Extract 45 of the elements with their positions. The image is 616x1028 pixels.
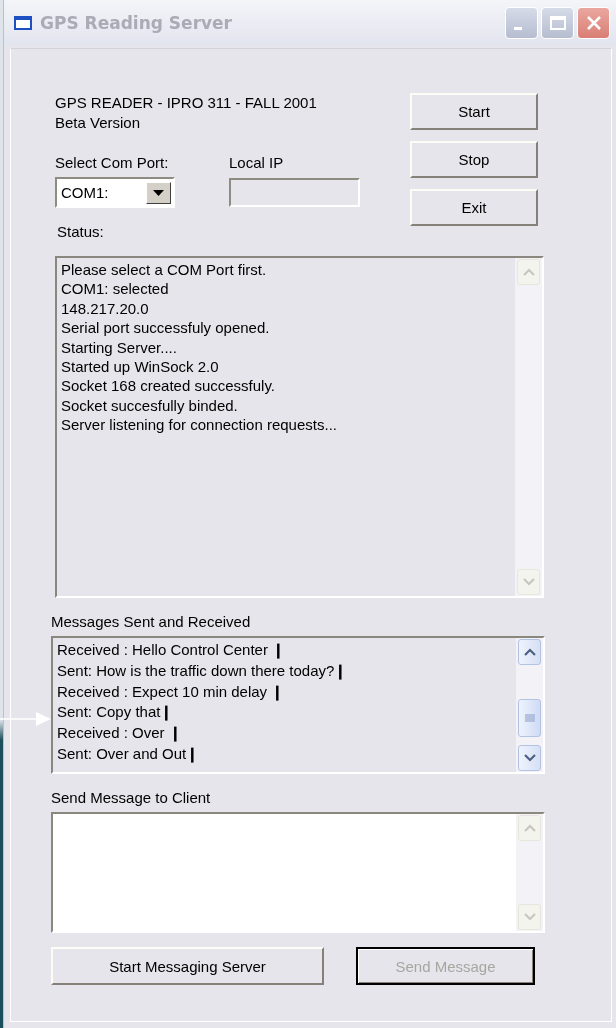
- com-port-dropdown[interactable]: COM1:: [55, 177, 175, 208]
- log-line: Sent: Over and Out❙: [57, 744, 201, 765]
- scrollbar[interactable]: [515, 258, 542, 596]
- log-line: 148.217.20.0: [61, 298, 150, 319]
- section-label: Send Message to Client: [51, 788, 212, 808]
- dialog-button[interactable]: Stop: [410, 141, 538, 178]
- dialog-button[interactable]: Start Messaging Server: [51, 947, 324, 985]
- log-line: COM1: selected: [61, 279, 170, 299]
- maximize-icon: [549, 16, 566, 30]
- field-label: Local IP: [229, 153, 285, 173]
- log-line: Received : Over ❙: [57, 723, 183, 744]
- log-line: Server listening for connection requests...: [61, 415, 338, 435]
- heading-text: GPS READER - IPRO 311 - FALL 2001: [55, 93, 318, 113]
- text-area[interactable]: Received : Hello Control Center ❙ Sent: How is the traffic down there today?❙ Received : Expect 10 min delay ❙ Sent: Copy that❙ Received : Over ❙ Sent: Over and Out❙: [51, 636, 545, 774]
- version-text: Beta Version: [55, 113, 142, 133]
- log-line: Socket 168 created successfuly.: [61, 376, 276, 396]
- minimize-icon: [513, 26, 522, 30]
- close-icon: [585, 15, 602, 31]
- text-area[interactable]: [51, 812, 545, 933]
- log-line: Received : Expect 10 min delay ❙: [57, 681, 286, 703]
- section-label: Messages Sent and Received: [51, 612, 252, 632]
- minimize-button[interactable]: [505, 7, 538, 39]
- grip-icon: [524, 714, 535, 722]
- maximize-button[interactable]: [541, 7, 574, 39]
- scrollbar[interactable]: [516, 638, 543, 772]
- pointer-arrow: [0, 711, 52, 727]
- window-icon: [14, 16, 32, 30]
- log-line: Serial port successfuly opened.: [61, 318, 271, 338]
- caret-icon: [153, 189, 164, 196]
- dialog-button[interactable]: Exit: [410, 189, 538, 226]
- log-line: Sent: Copy that❙: [57, 702, 175, 723]
- dialog-button[interactable]: Start: [410, 93, 538, 130]
- scrollbar-thumb[interactable]: [518, 699, 541, 737]
- scrollbar[interactable]: [516, 814, 543, 931]
- log-line: Sent: How is the traffic down there today?❙: [57, 660, 349, 682]
- window-title: GPS Reading Server: [40, 13, 233, 33]
- field-label: Select Com Port:: [55, 153, 170, 173]
- log-line: Please select a COM Port first.: [61, 260, 268, 280]
- close-button[interactable]: [577, 7, 610, 39]
- log-line: Starting Server....: [61, 337, 178, 358]
- log-line: Received : Hello Control Center ❙: [57, 640, 287, 661]
- log-line: Started up WinSock 2.0: [61, 357, 220, 377]
- section-label: Status:: [57, 222, 105, 242]
- text-area[interactable]: [55, 256, 544, 598]
- log-line: Socket succesfully binded.: [61, 395, 239, 416]
